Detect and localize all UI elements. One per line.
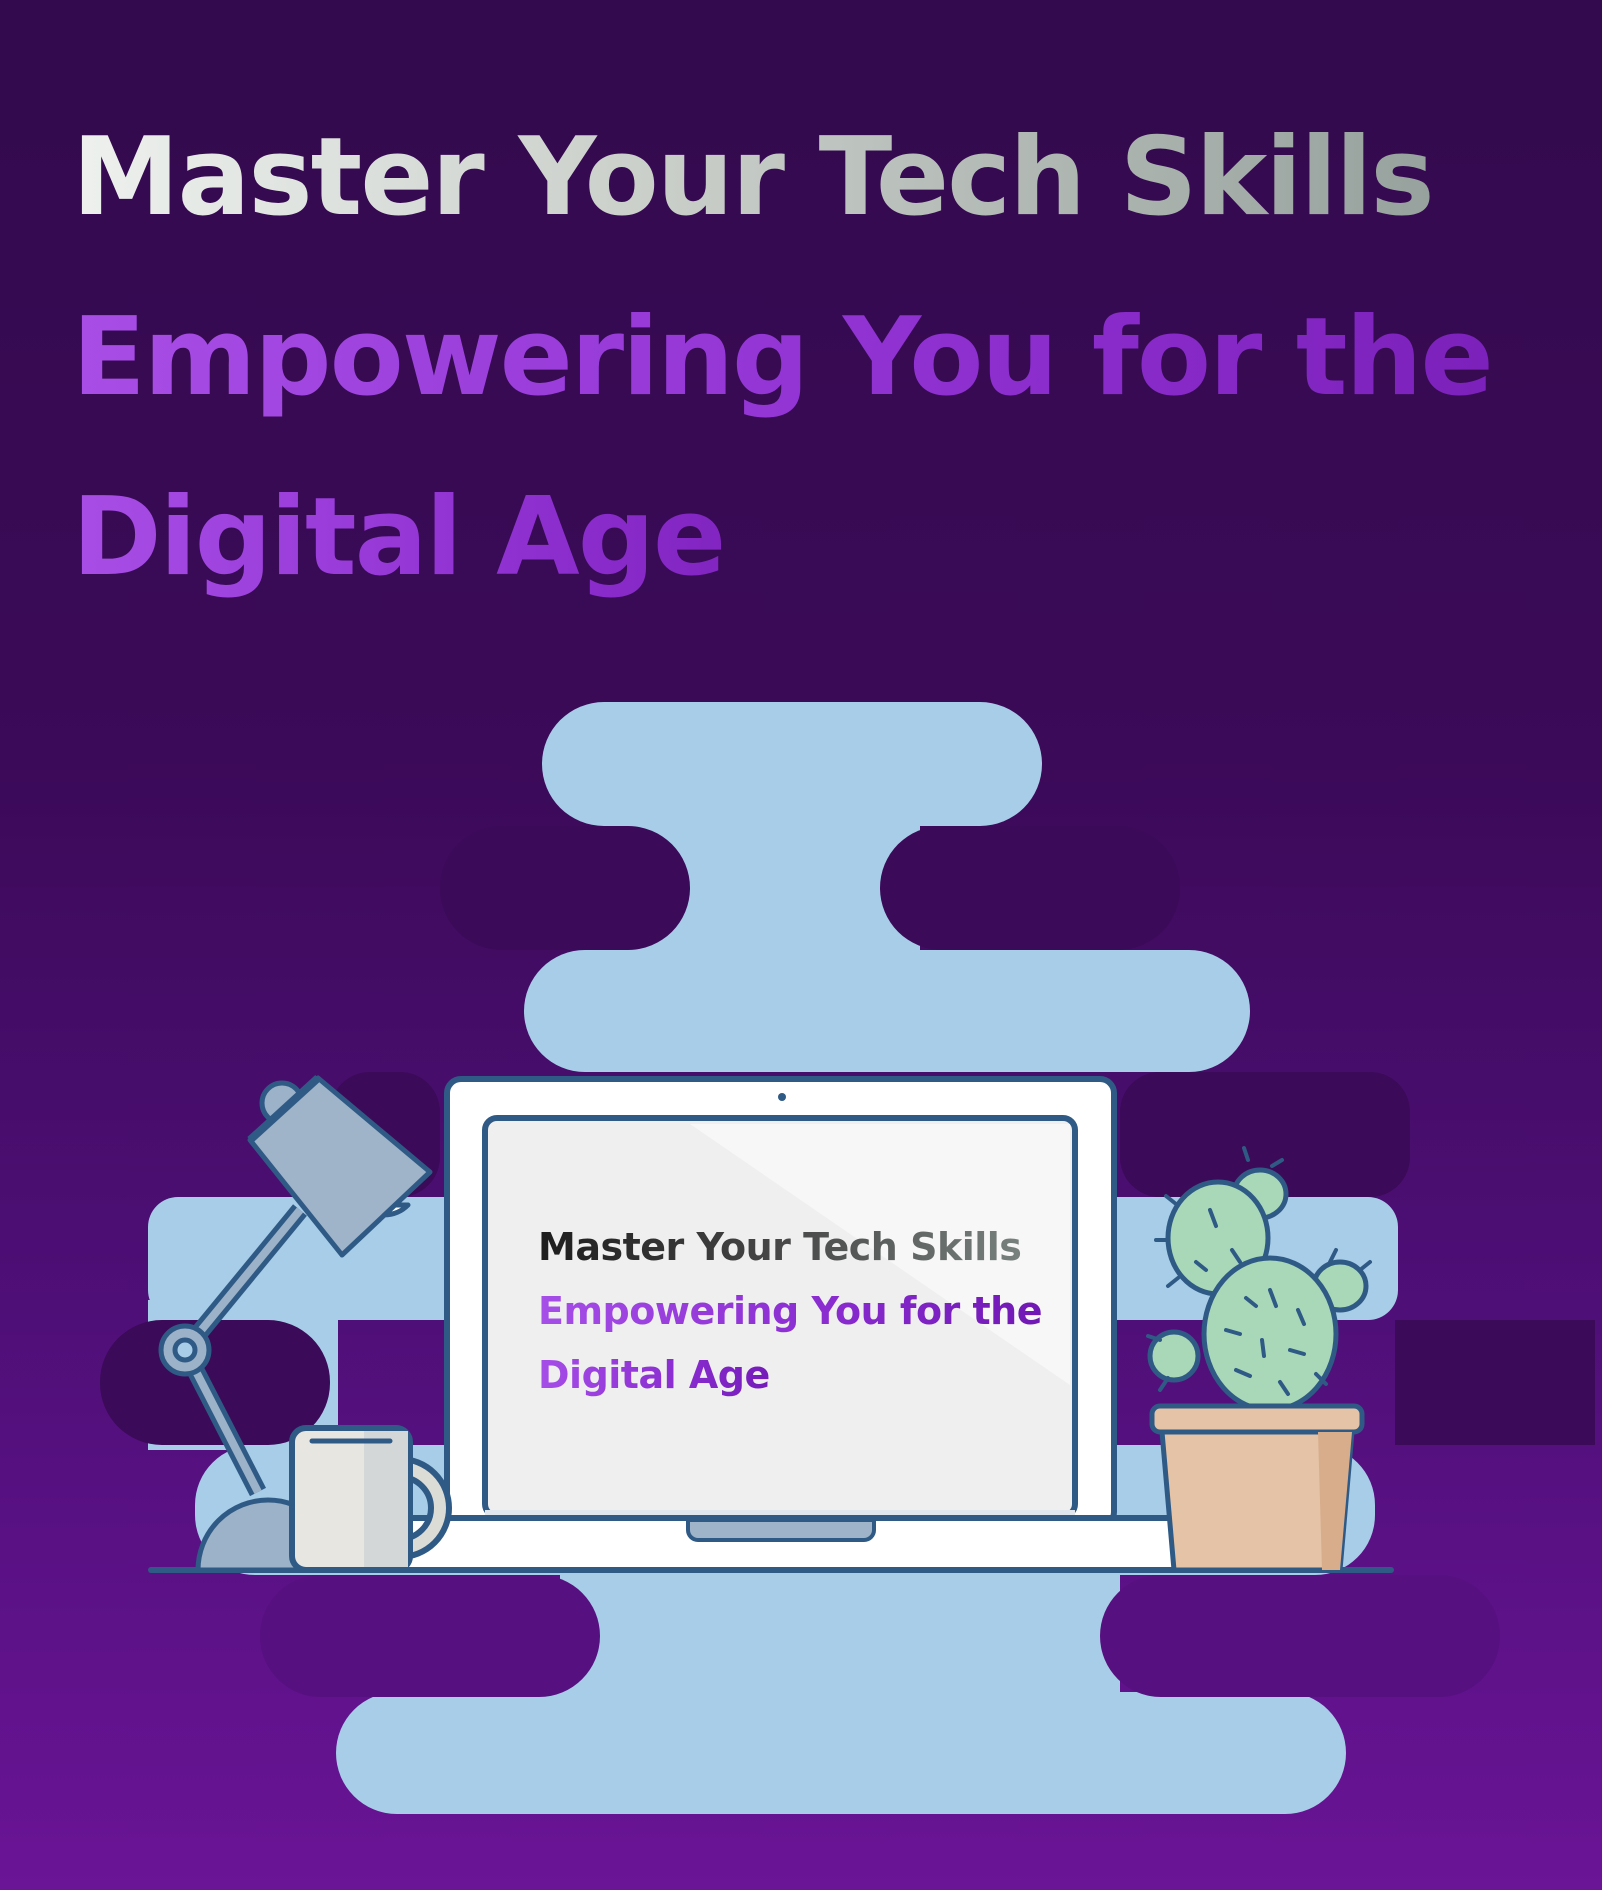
workspace-illustration [100, 702, 1595, 1814]
screen-line-1: Master Your Tech Skills [538, 1215, 1058, 1279]
screen-line-3: Digital Age [538, 1343, 798, 1407]
laptop-screen-text: Master Your Tech Skills Empowering You f… [538, 1215, 1058, 1407]
screen-line-2: Empowering You for the [538, 1279, 1058, 1343]
